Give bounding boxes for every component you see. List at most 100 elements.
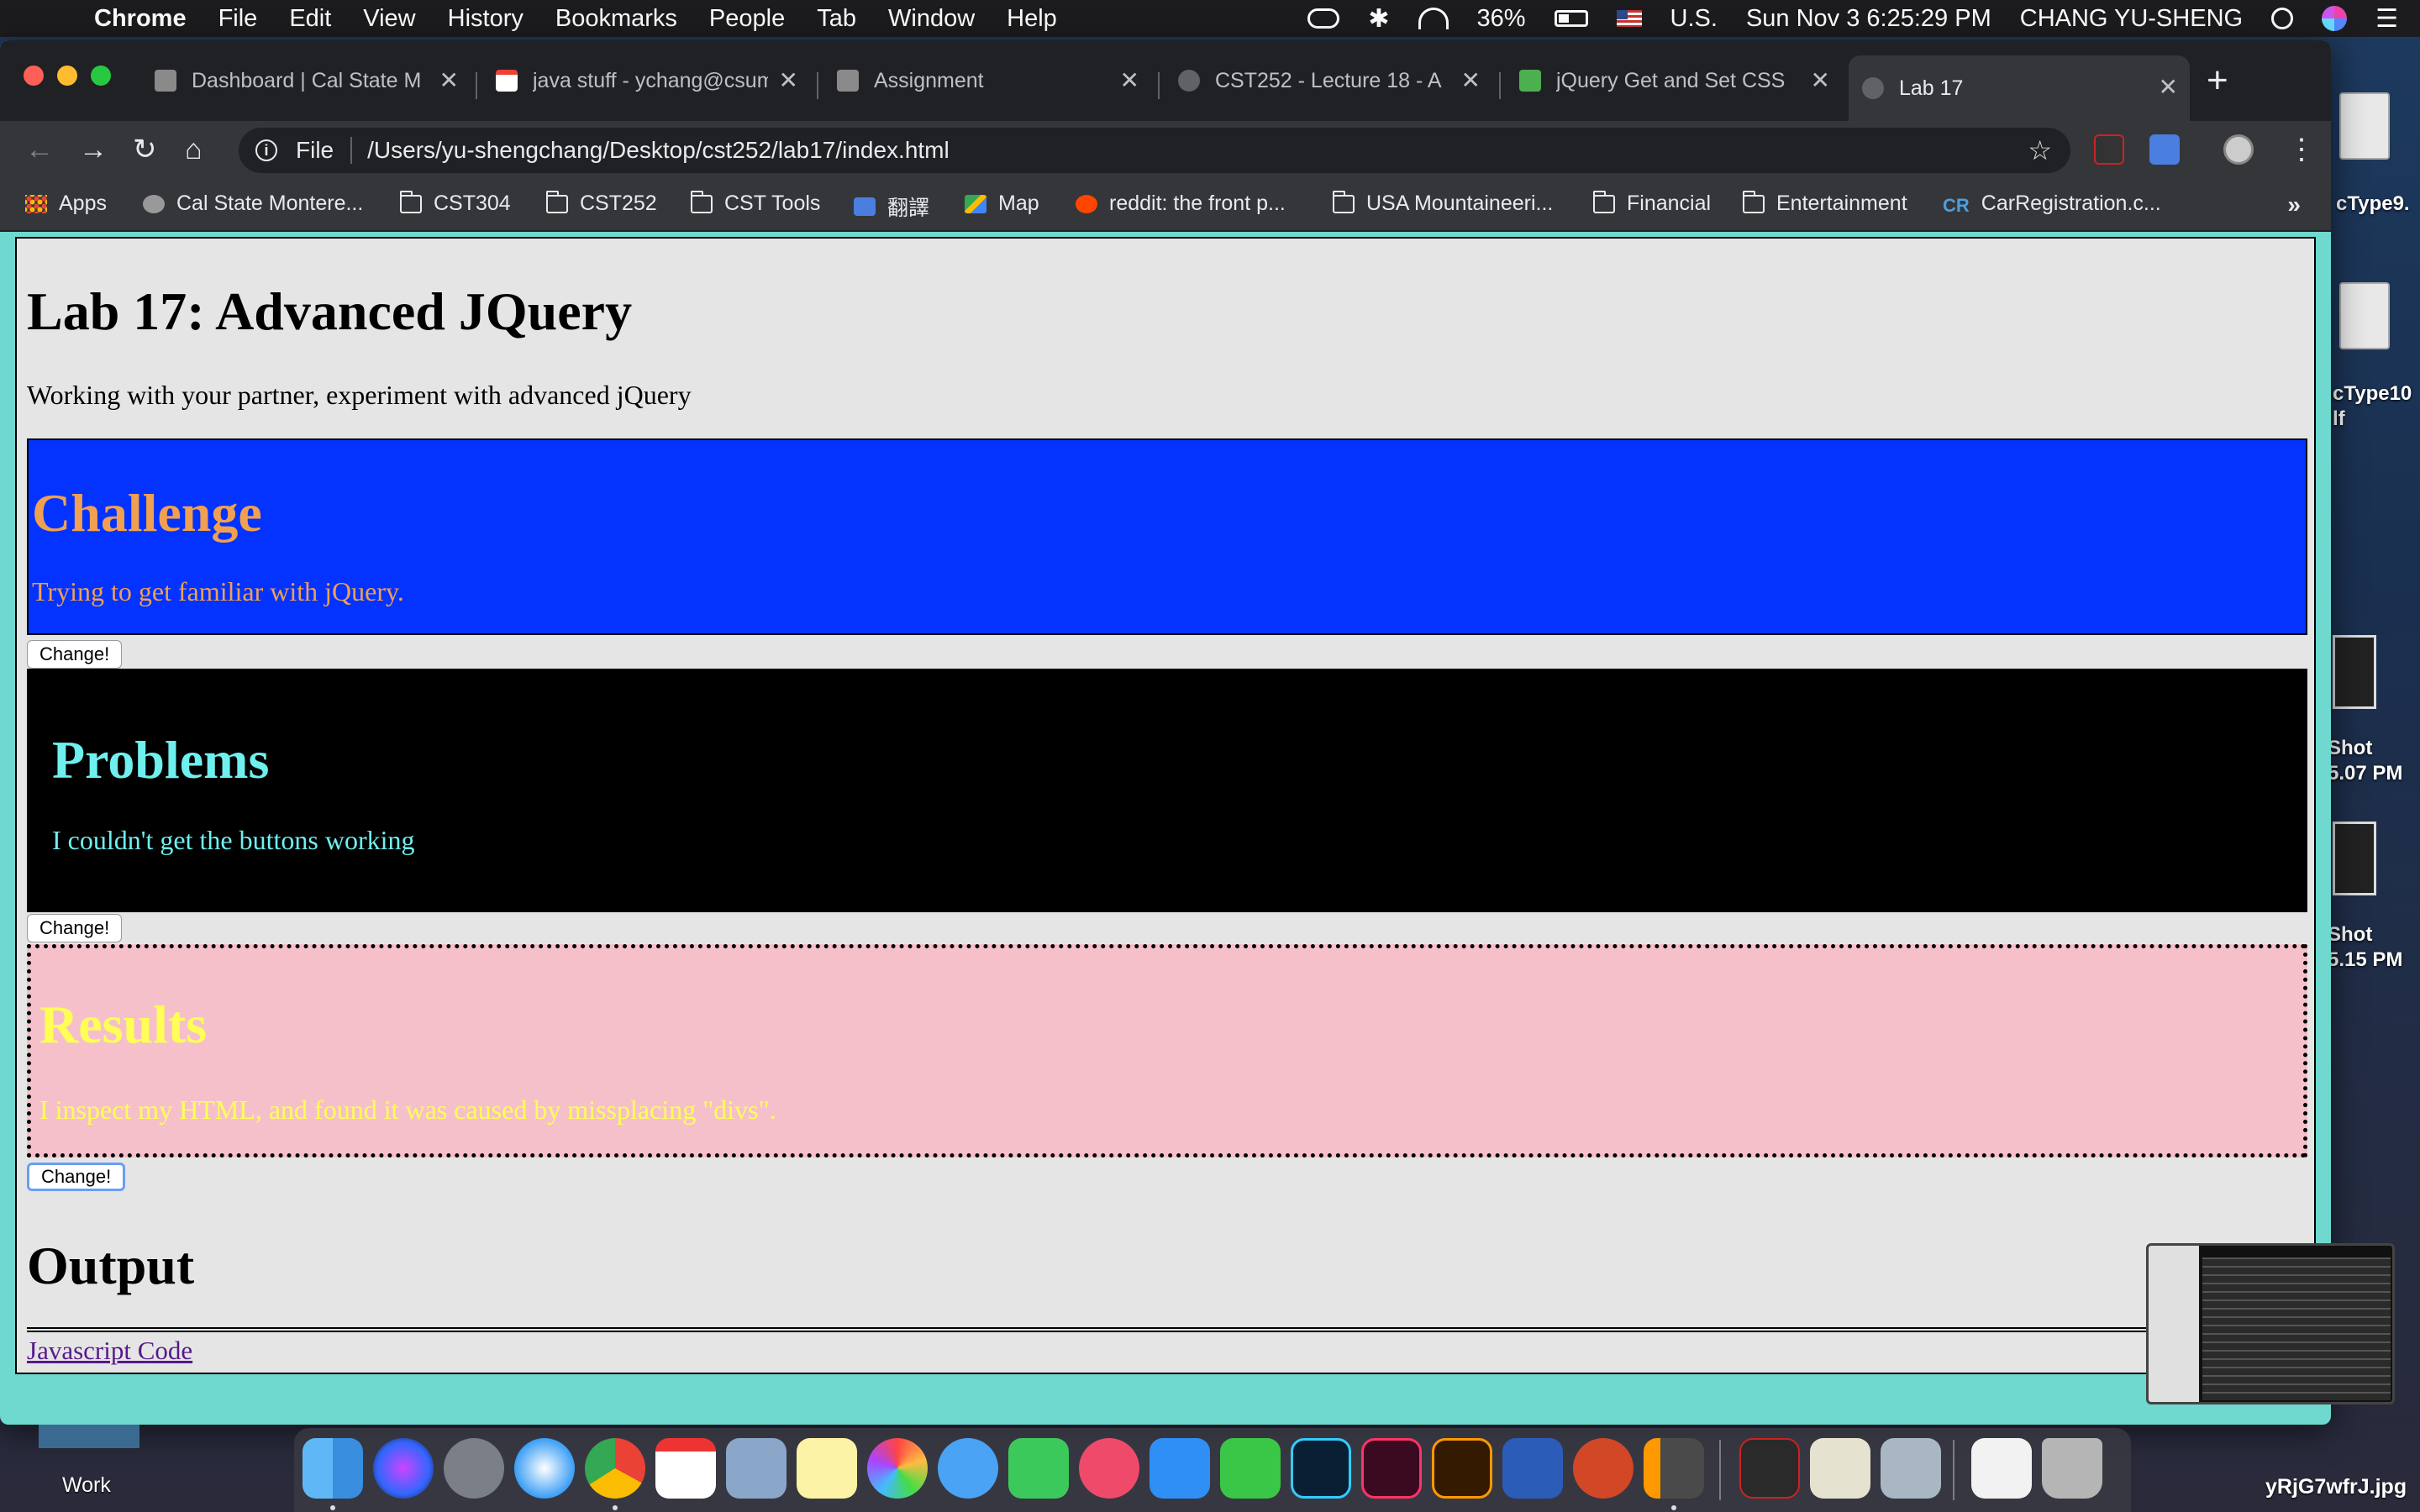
desktop-file-label[interactable]: Shot 5.15 PM	[2328, 922, 2402, 973]
menu-bar-user[interactable]: CHANG YU-SHENG	[2020, 5, 2243, 33]
window-zoom-button[interactable]	[91, 66, 111, 86]
input-source-label[interactable]: U.S.	[1670, 5, 1718, 33]
safari-icon[interactable]	[514, 1438, 575, 1499]
calendar-icon[interactable]	[655, 1438, 716, 1499]
tab-java-stuff[interactable]: java stuff - ychang@csum ✕	[482, 59, 810, 102]
window-close-button[interactable]	[24, 66, 44, 86]
bookmark-apps[interactable]: Apps	[25, 192, 107, 216]
desktop-file-icon[interactable]	[2339, 92, 2390, 160]
acrobat-icon[interactable]	[1739, 1438, 1800, 1499]
google-translate-extension-icon[interactable]	[2149, 134, 2180, 165]
spotlight-search-icon[interactable]	[2271, 8, 2294, 29]
bookmark-financial[interactable]: Financial	[1593, 190, 1711, 216]
menu-view[interactable]: View	[363, 5, 415, 33]
bookmark-carregistration[interactable]: CR CarRegistration.c...	[1943, 192, 2161, 216]
word-icon[interactable]	[1502, 1438, 1563, 1499]
launchpad-icon[interactable]	[444, 1438, 504, 1499]
menu-people[interactable]: People	[709, 5, 785, 33]
site-info-icon[interactable]: i	[255, 139, 277, 161]
change-challenge-button[interactable]: Change!	[27, 640, 123, 669]
desktop-file-label[interactable]: cType9.	[2336, 192, 2410, 217]
battery-icon[interactable]	[1554, 10, 1588, 27]
illustrator-icon[interactable]	[1432, 1438, 1492, 1499]
window-minimize-button[interactable]	[57, 66, 77, 86]
tab-close-icon[interactable]: ✕	[1120, 69, 1139, 92]
menu-help[interactable]: Help	[1007, 5, 1057, 33]
bookmark-star-icon[interactable]: ☆	[2028, 134, 2052, 166]
tab-lab-17[interactable]: Lab 17 ✕	[1849, 55, 2190, 121]
us-flag-icon[interactable]	[1616, 10, 1642, 27]
siri-icon[interactable]	[373, 1438, 434, 1499]
home-icon[interactable]: ⌂	[185, 133, 203, 166]
chrome-menu-icon[interactable]: ⋮	[2287, 134, 2317, 165]
bookmark-usa-mountaineering[interactable]: USA Mountaineeri...	[1333, 190, 1553, 216]
tab-assignment[interactable]: Assignment ✕	[823, 59, 1151, 102]
menu-bookmarks[interactable]: Bookmarks	[555, 5, 677, 33]
sublime-text-icon[interactable]	[1644, 1438, 1704, 1499]
finder-icon[interactable]	[302, 1438, 363, 1499]
siri-icon[interactable]	[2322, 6, 2348, 31]
tab-cst252-lecture[interactable]: CST252 - Lecture 18 - A ✕	[1165, 59, 1492, 102]
desktop-file-label[interactable]: cType10 lf	[2333, 381, 2412, 432]
tab-close-icon[interactable]: ✕	[2159, 76, 2178, 99]
tab-close-icon[interactable]: ✕	[1461, 69, 1481, 92]
document-icon[interactable]	[1971, 1438, 2032, 1499]
itunes-icon[interactable]	[1079, 1438, 1139, 1499]
back-arrow-icon[interactable]: ←	[25, 133, 54, 166]
bookmark-cst252[interactable]: CST252	[546, 190, 657, 216]
menu-history[interactable]: History	[448, 5, 523, 33]
desktop-file-label[interactable]: Shot 5.07 PM	[2328, 736, 2402, 786]
bookmark-cst304[interactable]: CST304	[400, 190, 511, 216]
work-folder-icon[interactable]	[39, 1425, 139, 1448]
profile-avatar[interactable]	[2223, 134, 2254, 165]
menu-tab[interactable]: Tab	[817, 5, 856, 33]
powerpoint-icon[interactable]	[1573, 1438, 1634, 1499]
preview-app-icon[interactable]	[726, 1438, 786, 1499]
new-tab-button[interactable]: +	[2207, 62, 2228, 99]
bookmark-translate[interactable]: 翻譯	[854, 192, 929, 222]
bookmark-map[interactable]: Map	[965, 192, 1039, 216]
chrome-icon[interactable]	[585, 1438, 645, 1499]
desktop-file-icon[interactable]	[2339, 282, 2390, 349]
app-store-icon[interactable]	[1150, 1438, 1210, 1499]
menu-bar-clock[interactable]: Sun Nov 3 6:25:29 PM	[1746, 5, 1991, 33]
wifi-icon[interactable]	[1418, 8, 1449, 29]
photos-icon[interactable]	[867, 1438, 928, 1499]
battery-percent[interactable]: 36%	[1477, 5, 1526, 33]
reload-icon[interactable]: ↻	[133, 133, 157, 166]
indesign-icon[interactable]	[1361, 1438, 1422, 1499]
acrobat-extension-icon[interactable]	[2094, 134, 2124, 165]
tab-close-icon[interactable]: ✕	[779, 69, 798, 92]
change-problems-button[interactable]: Change!	[27, 914, 123, 942]
tab-jquery-css[interactable]: jQuery Get and Set CSS ✕	[1506, 59, 1842, 102]
bookmark-cal-state[interactable]: Cal State Montere...	[143, 192, 363, 216]
photoshop-icon[interactable]	[1291, 1438, 1351, 1499]
address-url[interactable]: /Users/yu-shengchang/Desktop/cst252/lab1…	[367, 137, 950, 164]
forward-arrow-icon[interactable]: →	[79, 133, 108, 166]
line-icon[interactable]	[1220, 1438, 1281, 1499]
work-folder-label[interactable]: Work	[62, 1473, 111, 1498]
desktop-file-label[interactable]: yRjG7wfrJ.jpg	[2265, 1475, 2407, 1499]
desktop-screenshot-icon[interactable]	[2333, 822, 2376, 895]
notes-icon[interactable]	[797, 1438, 857, 1499]
messages-icon[interactable]	[938, 1438, 998, 1499]
window-preview-thumbnail[interactable]	[2146, 1243, 2395, 1404]
creative-cloud-icon[interactable]	[1307, 8, 1340, 29]
menu-window[interactable]: Window	[888, 5, 975, 33]
bookmark-cst-tools[interactable]: CST Tools	[691, 190, 820, 216]
facetime-icon[interactable]	[1008, 1438, 1069, 1499]
notification-center-icon[interactable]: ☰	[2375, 4, 2398, 34]
tab-dashboard[interactable]: Dashboard | Cal State M ✕	[141, 59, 471, 102]
trash-icon[interactable]	[2042, 1438, 2102, 1499]
menu-edit[interactable]: Edit	[289, 5, 331, 33]
bookmarks-overflow-chevron-icon[interactable]: »	[2287, 192, 2301, 218]
javascript-code-link[interactable]: Javascript Code	[27, 1336, 192, 1366]
change-results-button[interactable]: Change!	[27, 1163, 126, 1191]
bookmark-entertainment[interactable]: Entertainment	[1743, 190, 1907, 216]
desktop-screenshot-icon[interactable]	[2333, 635, 2376, 709]
applications-folder-icon[interactable]	[1810, 1438, 1870, 1499]
bluetooth-icon[interactable]: ✱	[1368, 4, 1389, 34]
tab-close-icon[interactable]: ✕	[439, 69, 459, 92]
image-folder-icon[interactable]	[1881, 1438, 1941, 1499]
address-bar[interactable]: i File /Users/yu-shengchang/Desktop/cst2…	[239, 128, 2070, 173]
